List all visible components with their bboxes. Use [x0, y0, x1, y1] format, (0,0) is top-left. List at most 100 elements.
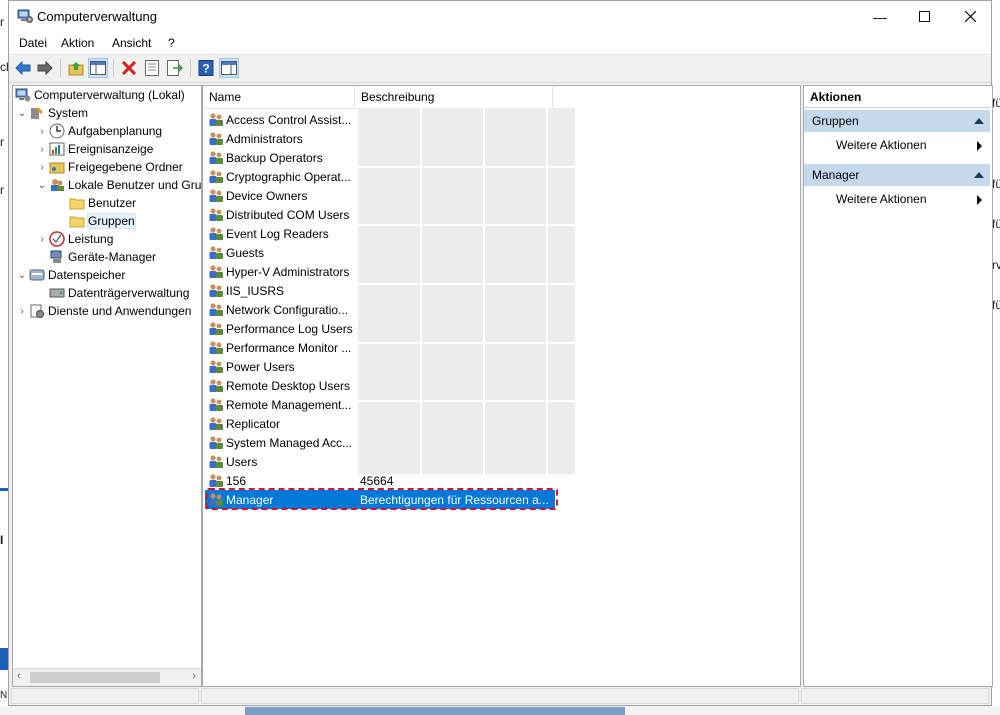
list-header: Name Beschreibung — [203, 86, 553, 109]
maximize-button[interactable] — [901, 1, 947, 32]
tree-node-freigegebene-ordner[interactable]: › Freigegebene Ordner — [35, 158, 182, 176]
background-text-fragment: fü — [992, 298, 1000, 312]
up-button[interactable] — [66, 58, 86, 78]
list-item[interactable]: Guests — [205, 243, 557, 262]
back-button[interactable] — [13, 58, 33, 78]
background-text-fragment: r — [0, 15, 4, 29]
group-icon — [209, 245, 223, 259]
list-item[interactable]: Hyper-V Administrators — [205, 262, 557, 281]
tree-node-datenspeicher[interactable]: ⌄ Datenspeicher — [15, 266, 126, 284]
actions-section-gruppen[interactable]: Gruppen — [804, 110, 990, 132]
tree-node-aufgabenplanung[interactable]: › Aufgabenplanung — [35, 122, 162, 140]
group-icon — [209, 454, 223, 468]
group-name: Access Control Assist... — [226, 112, 352, 127]
export-list-button[interactable] — [165, 58, 185, 78]
chevron-right-icon[interactable]: › — [35, 162, 49, 173]
background-text-fragment: r — [0, 183, 4, 197]
tree-node-system[interactable]: ⌄ System — [15, 104, 88, 122]
list-item[interactable]: Performance Monitor ... — [205, 338, 557, 357]
chevron-down-icon[interactable]: ⌄ — [35, 180, 49, 191]
actions-pane: Aktionen Gruppen Weitere Aktionen Manage… — [803, 85, 993, 687]
list-item[interactable]: Remote Management... — [205, 395, 557, 414]
group-name: Guests — [226, 245, 265, 260]
menu-datei[interactable]: Datei — [19, 36, 47, 50]
tree-node-gruppen[interactable]: Gruppen — [69, 212, 136, 230]
submenu-arrow-icon — [977, 195, 982, 205]
list-item[interactable]: Administrators — [205, 129, 557, 148]
tree-node-benutzer[interactable]: Benutzer — [69, 194, 136, 212]
toolbar-separator — [190, 59, 191, 77]
scrollbar-thumb[interactable] — [30, 672, 160, 683]
menu-help[interactable]: ? — [168, 36, 175, 50]
tree-node-leistung[interactable]: › Leistung — [35, 230, 113, 248]
export-list-icon — [167, 60, 183, 76]
chevron-right-icon[interactable]: › — [15, 306, 29, 317]
group-name: IIS_IUSRS — [226, 283, 285, 298]
tree-horizontal-scrollbar[interactable]: ‹ › — [13, 668, 201, 686]
group-icon — [209, 264, 223, 278]
groups-list: Name Beschreibung Access Control Assist.… — [202, 85, 801, 687]
list-item[interactable]: Device Owners — [205, 186, 557, 205]
background-text-fragment: N — [0, 690, 8, 701]
group-icon — [209, 359, 223, 373]
show-hide-tree-button[interactable] — [88, 58, 108, 78]
close-button[interactable] — [947, 1, 993, 32]
background-text-fragment: fü — [992, 217, 1000, 231]
column-header-name[interactable]: Name — [203, 86, 355, 108]
list-item[interactable]: Network Configuratio... — [205, 300, 557, 319]
group-icon — [209, 150, 223, 164]
list-item[interactable]: Cryptographic Operat... — [205, 167, 557, 186]
tree-node-root[interactable]: Computerverwaltung (Lokal) — [15, 86, 185, 104]
group-name: Remote Desktop Users — [226, 378, 351, 393]
help-icon: ? — [198, 60, 214, 76]
list-item[interactable]: Power Users — [205, 357, 557, 376]
submenu-arrow-icon — [977, 141, 982, 151]
scroll-left-icon[interactable]: ‹ — [17, 670, 21, 682]
tree-node-datentraegerverwaltung[interactable]: Datenträgerverwaltung — [49, 284, 189, 302]
forward-button[interactable] — [35, 58, 55, 78]
title-bar[interactable]: Computerverwaltung — — [9, 1, 991, 32]
list-item[interactable]: Remote Desktop Users — [205, 376, 557, 395]
menu-aktion[interactable]: Aktion — [61, 36, 94, 50]
group-icon — [209, 340, 223, 354]
menu-ansicht[interactable]: Ansicht — [112, 36, 151, 50]
list-item[interactable]: IIS_IUSRS — [205, 281, 557, 300]
weitere-aktionen-manager[interactable]: Weitere Aktionen — [804, 188, 990, 210]
collapse-up-icon[interactable] — [974, 118, 984, 124]
list-item[interactable]: System Managed Acc... — [205, 433, 557, 452]
list-item[interactable]: Access Control Assist... — [205, 110, 557, 129]
column-header-description[interactable]: Beschreibung — [355, 86, 553, 108]
properties-button[interactable] — [142, 58, 162, 78]
tree-node-dienste-und-anwendungen[interactable]: › Dienste und Anwendungen — [15, 302, 191, 320]
scroll-right-icon[interactable]: › — [192, 670, 196, 682]
tree-node-lokale-benutzer[interactable]: ⌄ Lokale Benutzer und Gruppen — [35, 176, 201, 194]
help-button[interactable]: ? — [196, 58, 216, 78]
actions-section-manager[interactable]: Manager — [804, 164, 990, 186]
tree-node-label: Aufgabenplanung — [68, 124, 163, 138]
show-hide-action-pane-button[interactable] — [219, 58, 239, 78]
delete-button[interactable] — [119, 58, 139, 78]
chevron-down-icon[interactable]: ⌄ — [15, 108, 29, 119]
tree-node-geraete-manager[interactable]: Geräte-Manager — [49, 248, 156, 266]
chevron-right-icon[interactable]: › — [35, 126, 49, 137]
list-item[interactable]: Replicator — [205, 414, 557, 433]
weitere-aktionen-gruppen[interactable]: Weitere Aktionen — [804, 134, 990, 156]
tree-node-ereignisanzeige[interactable]: › Ereignisanzeige — [35, 140, 153, 158]
list-item[interactable]: Event Log Readers — [205, 224, 557, 243]
chevron-down-icon[interactable]: ⌄ — [15, 270, 29, 281]
tree-node-label: Datenträgerverwaltung — [68, 286, 190, 300]
list-item[interactable]: Performance Log Users — [205, 319, 557, 338]
chevron-right-icon[interactable]: › — [35, 144, 49, 155]
back-arrow-icon — [15, 61, 31, 75]
performance-icon — [49, 231, 65, 247]
list-item[interactable]: Distributed COM Users — [205, 205, 557, 224]
group-icon — [209, 283, 223, 297]
collapse-up-icon[interactable] — [974, 172, 984, 178]
list-item[interactable]: Backup Operators — [205, 148, 557, 167]
chevron-right-icon[interactable]: › — [35, 234, 49, 245]
group-name: Administrators — [226, 131, 303, 146]
section-header-label: Manager — [812, 168, 860, 182]
group-name: Users — [226, 454, 258, 469]
minimize-button[interactable]: — — [857, 1, 903, 32]
list-item[interactable]: Users — [205, 452, 557, 471]
